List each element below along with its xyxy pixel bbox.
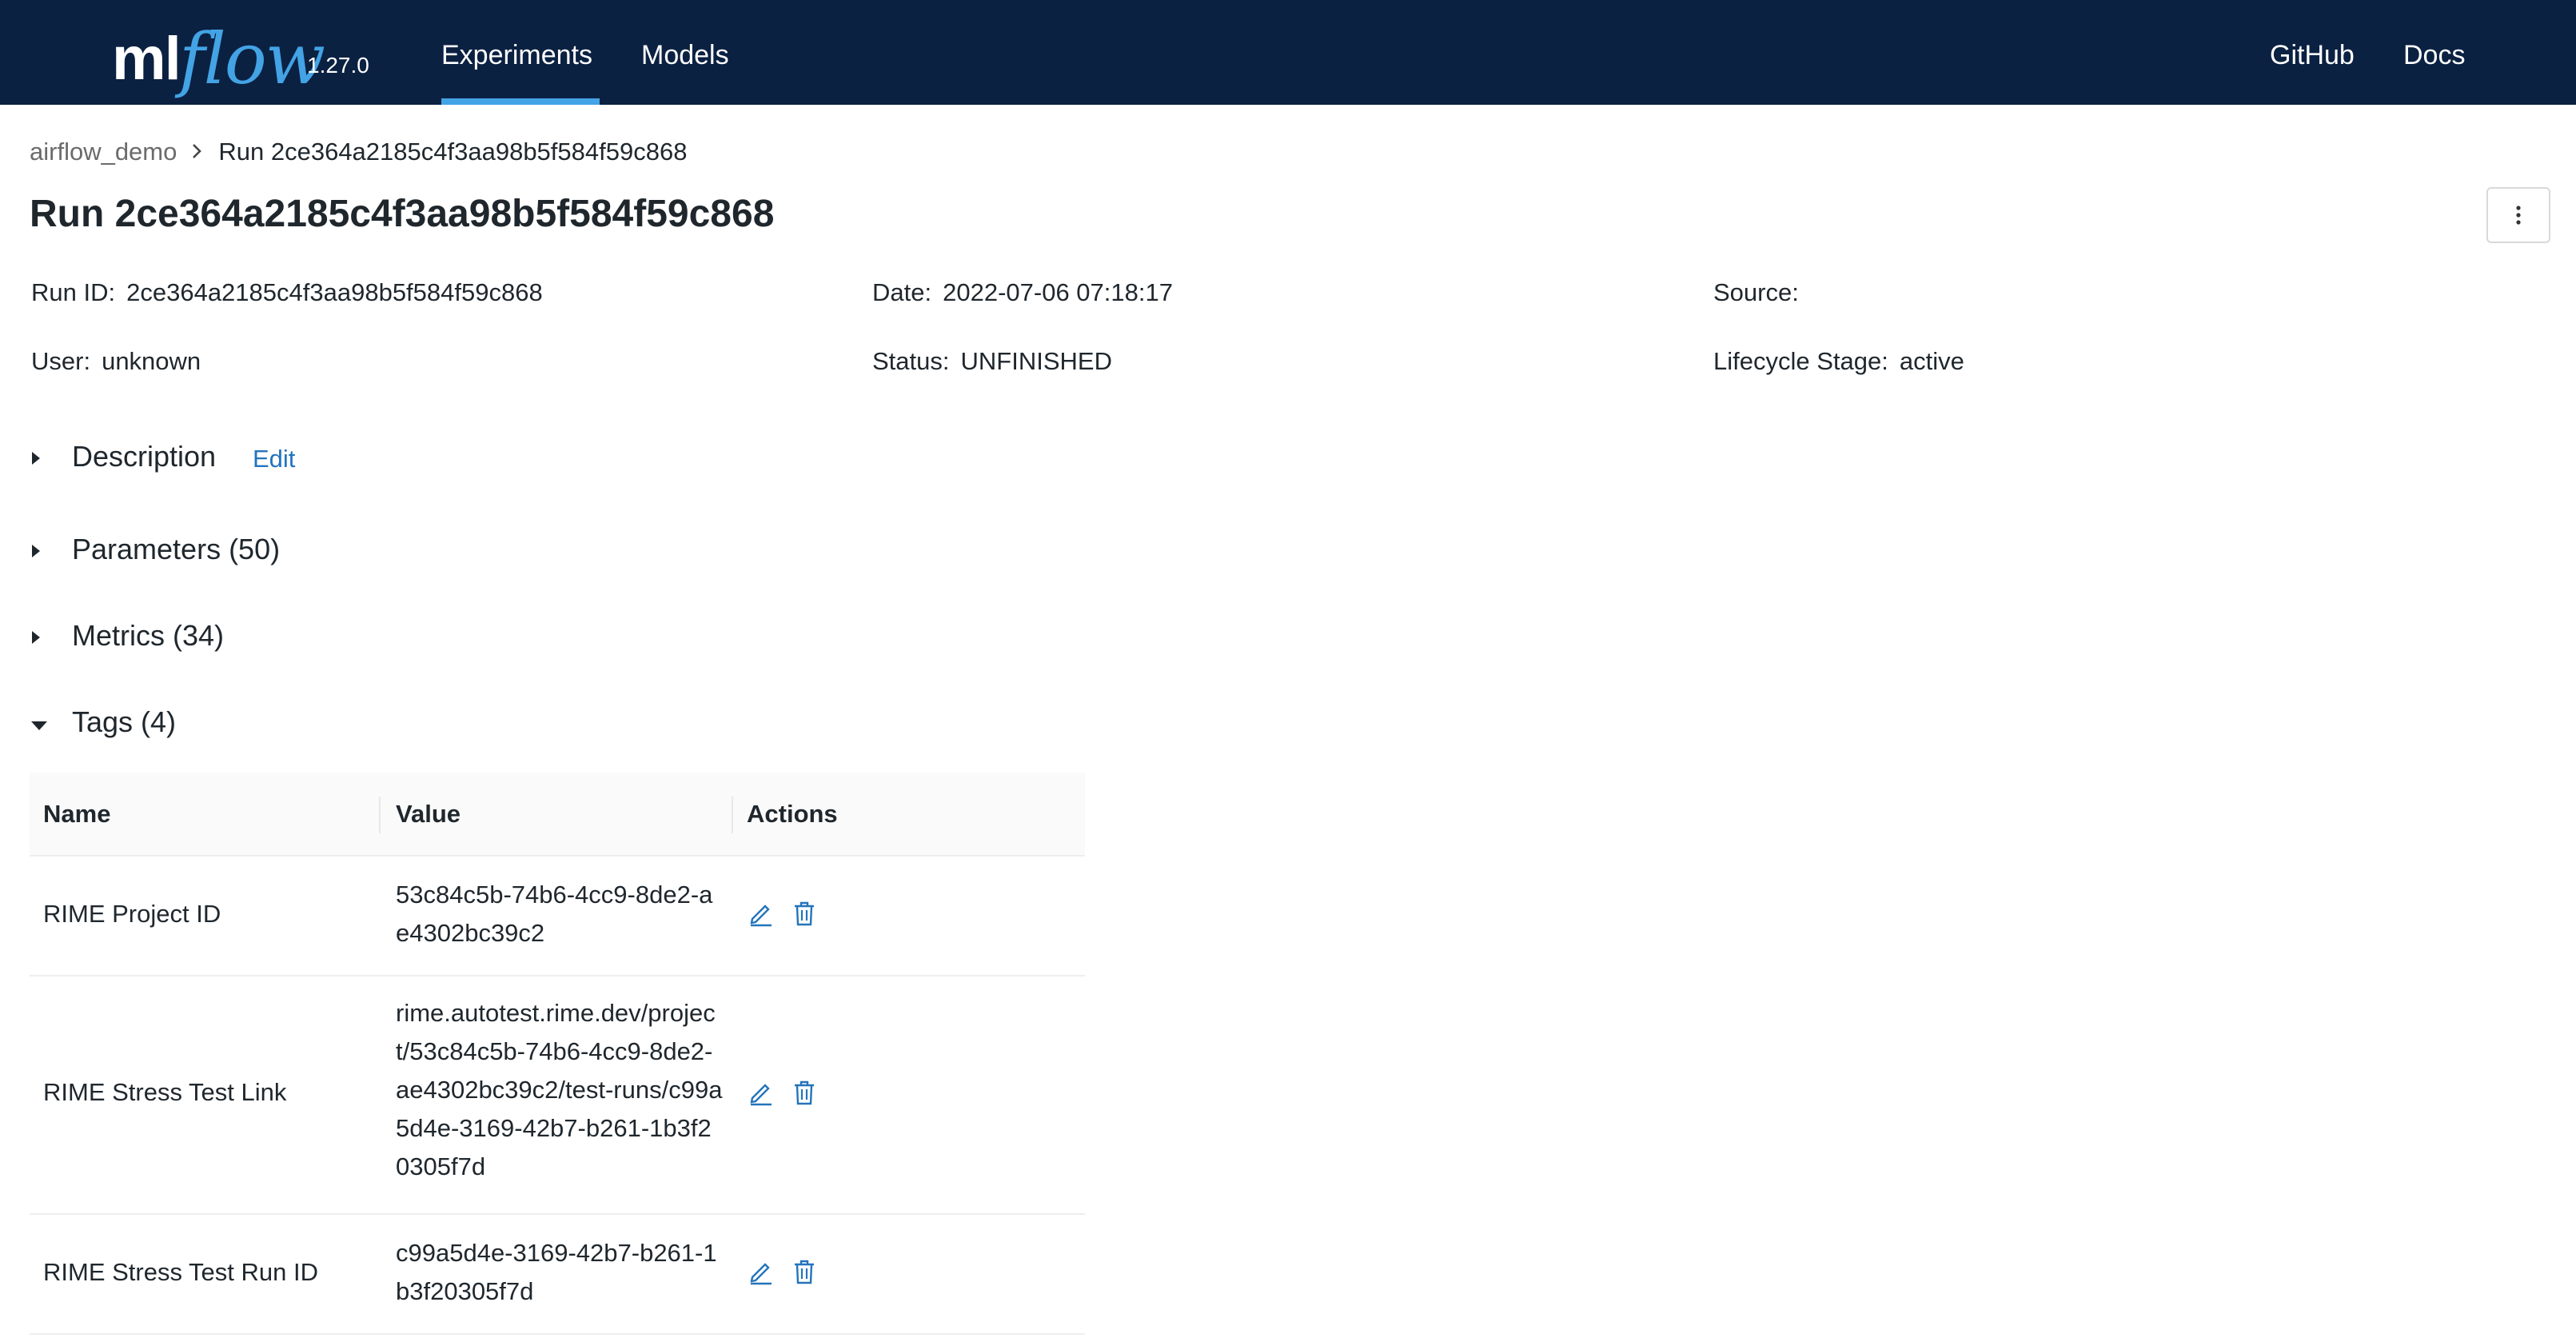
table-row: RIME Stress Test Link rime.autotest.rime… [30,975,1085,1215]
top-nav-bar: ml flow 1.27.0 Experiments Models GitHub… [0,0,2576,105]
tag-value: rime.autotest.rime.dev/project/53c84c5b-… [396,999,723,1180]
pencil-icon [750,1263,772,1285]
nav-docs[interactable]: Docs [2403,40,2465,71]
logo-flow-text: flow [179,18,325,100]
section-description-title: Description [72,440,217,473]
status-label: Status: [872,347,950,375]
vertical-ellipsis-icon [2516,206,2521,225]
overflow-menu-button[interactable] [2486,187,2550,243]
tag-value: 53c84c5b-74b6-4cc9-8de2-ae4302bc39c2 [396,881,713,947]
lifecycle-value: active [1899,347,1964,375]
edit-tag-button[interactable] [748,900,775,927]
edit-tag-button[interactable] [748,1079,775,1106]
section-parameters-title: Parameters (50) [72,533,281,565]
column-divider [732,797,733,833]
trash-icon [795,1260,814,1284]
nav-github[interactable]: GitHub [2270,40,2355,71]
date-value: 2022-07-06 07:18:17 [943,278,1173,306]
breadcrumb: airflow_demo Run 2ce364a2185c4f3aa98b5f58… [30,138,687,166]
nav-active-indicator [441,98,600,105]
chevron-right-icon [191,138,202,166]
meta-run-id: Run ID: 2ce364a2185c4f3aa98b5f584f59c868 [31,278,543,307]
trash-icon [795,901,814,926]
page-title: Run 2ce364a2185c4f3aa98b5f584f59c868 [30,193,775,235]
version-label: 1.27.0 [307,53,369,78]
table-row: RIME Stress Test Run ID c99a5d4e-3169-42… [30,1213,1085,1335]
tag-name: RIME Stress Test Link [43,1078,287,1106]
table-header: Name Value Actions [30,773,1085,857]
lifecycle-label: Lifecycle Stage: [1713,347,1888,375]
section-description-toggle[interactable]: Description [30,440,216,473]
nav-models[interactable]: Models [641,40,729,71]
meta-user: User: unknown [31,347,201,376]
run-id-value: 2ce364a2185c4f3aa98b5f584f59c868 [126,278,543,306]
description-edit-link[interactable]: Edit [253,445,295,473]
nav-experiments[interactable]: Experiments [441,40,592,71]
section-parameters-toggle[interactable]: Parameters (50) [30,533,280,566]
delete-tag-button[interactable] [791,1258,818,1285]
tag-name: RIME Stress Test Run ID [43,1258,318,1286]
meta-source: Source: [1713,278,1810,307]
user-label: User: [31,347,91,375]
edit-tag-button[interactable] [748,1258,775,1285]
meta-lifecycle: Lifecycle Stage: active [1713,347,1964,376]
section-tags-title: Tags (4) [72,705,177,738]
source-label: Source: [1713,278,1799,306]
tag-name: RIME Project ID [43,900,221,928]
pencil-icon [750,905,772,927]
breadcrumb-experiment-link[interactable]: airflow_demo [30,138,177,166]
column-header-actions: Actions [747,800,838,828]
logo-ml-text: ml [112,25,181,93]
column-divider [379,797,381,833]
delete-tag-button[interactable] [791,1079,818,1106]
section-metrics-title: Metrics (34) [72,619,225,652]
column-header-name[interactable]: Name [43,800,110,829]
caret-down-icon [30,705,59,739]
table-row: RIME Project ID 53c84c5b-74b6-4cc9-8de2-… [30,855,1085,977]
meta-date: Date: 2022-07-06 07:18:17 [872,278,1173,307]
delete-tag-button[interactable] [791,900,818,927]
tag-value: c99a5d4e-3169-42b7-b261-1b3f20305f7d [396,1239,717,1305]
date-label: Date: [872,278,932,306]
caret-right-icon [30,619,59,653]
caret-right-icon [30,440,59,473]
breadcrumb-current: Run 2ce364a2185c4f3aa98b5f584f59c868 [218,138,688,166]
section-metrics-toggle[interactable]: Metrics (34) [30,619,224,653]
status-value: UNFINISHED [960,347,1112,375]
run-id-label: Run ID: [31,278,116,306]
caret-right-icon [30,533,59,566]
pencil-icon [750,1084,772,1106]
user-value: unknown [102,347,201,375]
section-tags-toggle[interactable]: Tags (4) [30,705,176,739]
column-header-value[interactable]: Value [396,800,461,829]
meta-status: Status: UNFINISHED [872,347,1112,376]
trash-icon [795,1080,814,1105]
